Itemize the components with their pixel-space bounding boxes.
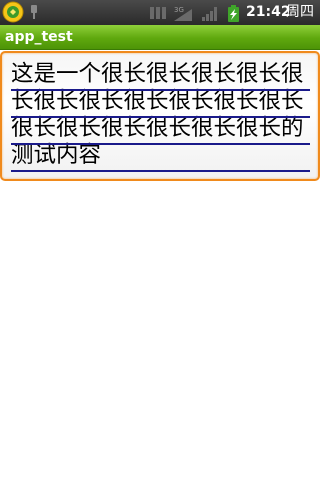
- text-line-underline: [11, 89, 310, 91]
- usb-icon: [28, 4, 40, 20]
- title-bar: app_test: [0, 25, 320, 50]
- text-edit-content[interactable]: 这是一个很长很长很长很长很长很长很长很长很长很长很长很长很长很长很长很长很长的测…: [11, 61, 311, 169]
- svg-text:3G: 3G: [174, 6, 184, 14]
- battery-charging-icon: [228, 5, 239, 22]
- text-line-underline: [11, 170, 310, 172]
- text-edit-field[interactable]: 这是一个很长很长很长很长很长很长很长很长很长很长很长很长很长很长很长很长很长的测…: [0, 51, 320, 181]
- text-line-underline: [11, 143, 310, 145]
- network-3g-icon: 3G: [174, 6, 192, 21]
- app-title: app_test: [5, 29, 73, 45]
- sync-icon: [150, 7, 166, 19]
- status-day: 周四: [286, 4, 314, 20]
- app-screen: 3G 21:42 周四 app_test 这是一个很长很长很长很长很长很长很长很…: [0, 0, 320, 480]
- app-notification-icon: [2, 1, 24, 23]
- signal-icon: [202, 7, 217, 21]
- text-line-underline: [11, 116, 310, 118]
- status-icons: 3G: [150, 3, 242, 23]
- status-bar: 3G 21:42 周四: [0, 0, 320, 25]
- status-time: 21:42: [246, 4, 291, 20]
